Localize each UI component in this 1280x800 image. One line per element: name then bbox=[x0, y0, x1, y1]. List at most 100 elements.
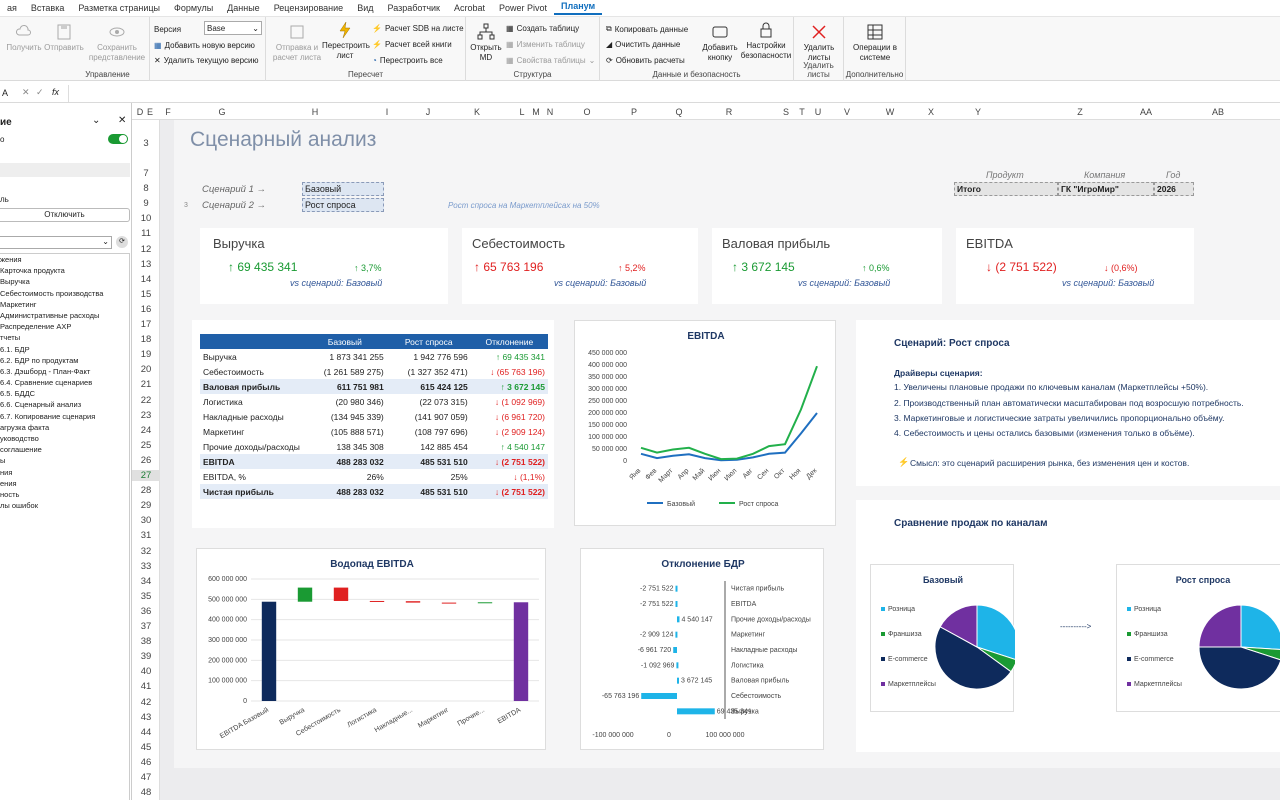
tree-item[interactable]: Себестоимость производства bbox=[0, 288, 129, 299]
menu-item[interactable]: Формулы bbox=[167, 3, 220, 13]
column-header[interactable]: AA bbox=[1140, 107, 1152, 117]
row-header[interactable]: 28 bbox=[132, 485, 160, 496]
column-header[interactable]: AB bbox=[1212, 107, 1224, 117]
row-header[interactable]: 42 bbox=[132, 697, 160, 708]
row-header[interactable]: 16 bbox=[132, 304, 160, 315]
tree-item[interactable]: соглашение bbox=[0, 444, 129, 455]
row-header[interactable]: 17 bbox=[132, 319, 160, 330]
column-header[interactable]: U bbox=[815, 107, 822, 117]
book-calc-button[interactable]: ⚡ Расчет всей книги bbox=[372, 40, 452, 49]
row-header[interactable]: 38 bbox=[132, 636, 160, 647]
rebuild-all-button[interactable]: ◔ Перестроить все bbox=[372, 56, 443, 65]
copy-data-button[interactable]: ⧉ Копировать данные bbox=[606, 24, 688, 34]
column-header[interactable]: T bbox=[799, 107, 805, 117]
add-version-button[interactable]: ▦ Добавить новую версию bbox=[154, 41, 255, 50]
delete-sheets-button[interactable]: Удалить листы bbox=[798, 23, 840, 63]
refresh-button[interactable]: ⟳ Обновить расчеты bbox=[606, 56, 685, 65]
row-header[interactable]: 7 bbox=[132, 168, 160, 179]
row-header[interactable]: 35 bbox=[132, 591, 160, 602]
tree-item[interactable]: лы ошибок bbox=[0, 500, 129, 511]
disconnect-button[interactable]: Отключить bbox=[0, 208, 130, 222]
formula-input[interactable] bbox=[68, 85, 1280, 102]
row-header[interactable]: 19 bbox=[132, 349, 160, 360]
row-header[interactable]: 20 bbox=[132, 364, 160, 375]
security-button[interactable]: Настройки безопасности bbox=[740, 21, 792, 61]
close-icon[interactable]: ✕ bbox=[118, 115, 126, 126]
tree-item[interactable]: Распределение АХР bbox=[0, 321, 129, 332]
tree-item[interactable]: Маркетинг bbox=[0, 299, 129, 310]
row-header[interactable]: 34 bbox=[132, 576, 160, 587]
rebuild-sheet-button[interactable]: Перестроить лист bbox=[322, 21, 370, 61]
menu-item[interactable]: Power Pivot bbox=[492, 3, 554, 13]
row-header[interactable]: 14 bbox=[132, 274, 160, 285]
clear-data-button[interactable]: ◢ Очистить данные bbox=[606, 40, 680, 49]
table-props-button[interactable]: ▦ Свойства таблицы ⌄ bbox=[506, 56, 595, 65]
row-header[interactable]: 37 bbox=[132, 621, 160, 632]
column-header[interactable]: S bbox=[783, 107, 789, 117]
row-header[interactable]: 36 bbox=[132, 606, 160, 617]
keep-view-button[interactable]: Сохранить представление bbox=[86, 23, 148, 63]
row-header[interactable]: 32 bbox=[132, 546, 160, 557]
row-header[interactable]: 33 bbox=[132, 561, 160, 572]
tree-item[interactable]: ения bbox=[0, 478, 129, 489]
row-header[interactable]: 12 bbox=[132, 244, 160, 255]
column-header[interactable]: E bbox=[147, 107, 153, 117]
change-table-button[interactable]: ▦ Изменить таблицу bbox=[506, 40, 585, 49]
toggle-switch[interactable] bbox=[108, 134, 128, 144]
add-button-button[interactable]: Добавить кнопку bbox=[700, 23, 740, 63]
row-header[interactable]: 15 bbox=[132, 289, 160, 300]
function-icon[interactable]: fx bbox=[52, 87, 59, 97]
row-header[interactable]: 39 bbox=[132, 651, 160, 662]
row-header[interactable]: 27 bbox=[132, 470, 160, 481]
tree-item[interactable]: 6.4. Сравнение сценариев bbox=[0, 377, 129, 388]
row-header[interactable]: 31 bbox=[132, 530, 160, 541]
row-header[interactable]: 25 bbox=[132, 440, 160, 451]
menu-item-planum[interactable]: Планум bbox=[554, 1, 603, 15]
column-header[interactable]: I bbox=[386, 107, 389, 117]
tree-item[interactable]: жения bbox=[0, 254, 129, 265]
row-header[interactable]: 30 bbox=[132, 515, 160, 526]
tree-item[interactable]: ность bbox=[0, 489, 129, 500]
column-header[interactable]: W bbox=[886, 107, 895, 117]
tree-item[interactable]: агрузка факта bbox=[0, 422, 129, 433]
row-header[interactable]: 41 bbox=[132, 681, 160, 692]
tree-item[interactable]: ния bbox=[0, 467, 129, 478]
column-header[interactable]: J bbox=[426, 107, 431, 117]
tree-item[interactable]: 6.7. Копирование сценария bbox=[0, 411, 129, 422]
column-header[interactable]: O bbox=[583, 107, 590, 117]
check-icon[interactable]: ✓ bbox=[36, 87, 44, 98]
open-md-button[interactable]: Открыть MD bbox=[468, 23, 504, 63]
row-header[interactable]: 44 bbox=[132, 727, 160, 738]
row-header[interactable]: 10 bbox=[132, 213, 160, 224]
row-header[interactable]: 23 bbox=[132, 410, 160, 421]
tree-item[interactable]: Выручка bbox=[0, 276, 129, 287]
tree-item[interactable]: 6.1. БДР bbox=[0, 344, 129, 355]
scenario1-select[interactable]: Базовый bbox=[302, 182, 384, 196]
chevron-down-icon[interactable]: ⌄ bbox=[92, 115, 100, 126]
row-header[interactable]: 22 bbox=[132, 395, 160, 406]
tree-item[interactable]: 6.3. Дэшборд - План-Факт bbox=[0, 366, 129, 377]
column-header[interactable]: D bbox=[137, 107, 144, 117]
row-header[interactable]: 24 bbox=[132, 425, 160, 436]
scenario2-select[interactable]: Рост спроса bbox=[302, 198, 384, 212]
row-header[interactable]: 11 bbox=[132, 228, 160, 239]
menu-item[interactable]: Вставка bbox=[24, 3, 71, 13]
tree-item[interactable]: 6.6. Сценарный анализ bbox=[0, 399, 129, 410]
menu-item[interactable]: ая bbox=[0, 3, 24, 13]
get-button[interactable]: Получить bbox=[6, 23, 42, 53]
column-header[interactable]: P bbox=[631, 107, 637, 117]
pane-select[interactable]: ⌄ bbox=[0, 236, 112, 249]
menu-item[interactable]: Разработчик bbox=[380, 3, 446, 13]
row-header[interactable]: 40 bbox=[132, 666, 160, 677]
column-header[interactable]: M bbox=[532, 107, 540, 117]
filter-product[interactable]: Итого bbox=[954, 182, 1058, 196]
send-button[interactable]: Отправить bbox=[44, 23, 84, 53]
cancel-icon[interactable]: ✕ bbox=[22, 87, 30, 98]
row-header[interactable]: 29 bbox=[132, 500, 160, 511]
filter-company[interactable]: ГК "ИгроМир" bbox=[1058, 182, 1154, 196]
menu-item[interactable]: Данные bbox=[220, 3, 267, 13]
tree-item[interactable]: 6.2. БДР по продуктам bbox=[0, 355, 129, 366]
row-header[interactable]: 3 bbox=[132, 138, 160, 149]
row-header[interactable]: 45 bbox=[132, 742, 160, 753]
row-header[interactable]: 47 bbox=[132, 772, 160, 783]
